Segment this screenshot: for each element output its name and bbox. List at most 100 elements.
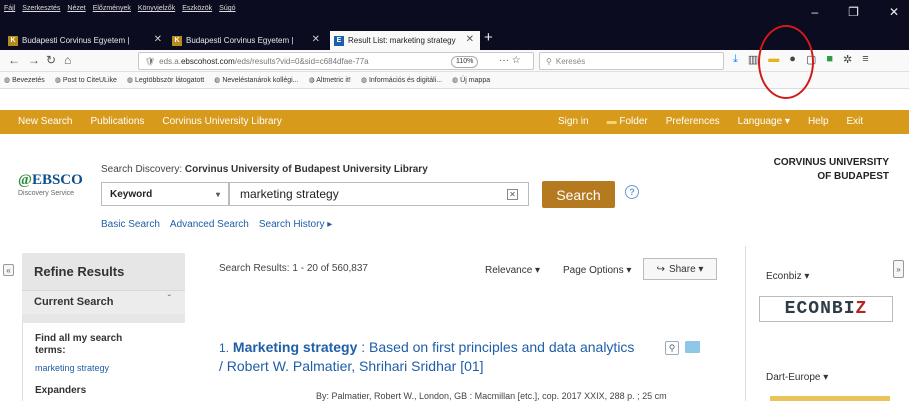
search-term-link[interactable]: marketing strategy <box>35 363 109 373</box>
ebsco-toolbar: New Search Publications Corvinus Univers… <box>0 110 909 134</box>
share-button[interactable]: ↪ Share ▾ <box>643 258 717 280</box>
home-icon[interactable]: ⌂ <box>64 53 71 67</box>
right-panel-divider <box>745 246 746 401</box>
current-search-header[interactable]: Current Search ˇ <box>22 290 185 314</box>
search-history-link[interactable]: Search History ▸ <box>259 219 332 230</box>
menu-tools[interactable]: Eszközök <box>182 5 212 12</box>
advanced-search-link[interactable]: Advanced Search <box>170 219 249 230</box>
tab-2[interactable]: K Budapesti Corvinus Egyetem | ✕ <box>168 31 326 50</box>
new-search-link[interactable]: New Search <box>18 116 72 127</box>
close-tab-icon[interactable]: ✕ <box>466 34 474 45</box>
logo-text: EBSCO <box>31 172 83 188</box>
library-link[interactable]: Corvinus University Library <box>162 116 281 127</box>
close-tab-icon[interactable]: ✕ <box>312 34 320 45</box>
forward-icon[interactable]: → <box>28 53 40 67</box>
extension-green-icon[interactable]: ■ <box>826 53 833 66</box>
close-tab-icon[interactable]: ✕ <box>154 34 162 45</box>
discovery-prefix: Search Discovery: <box>101 164 183 175</box>
econbiz-widget-menu[interactable]: Econbiz ▾ <box>766 271 809 282</box>
url-prefix: eds.a. <box>159 56 181 66</box>
library-icon[interactable]: ▥ <box>748 53 758 66</box>
bookmark-item[interactable]: Bevezetés <box>4 76 45 84</box>
search-button[interactable]: Search <box>542 181 615 208</box>
download-icon[interactable]: ⤓ <box>733 53 738 66</box>
folder-link[interactable]: ▬ Folder <box>607 116 648 127</box>
menu-file[interactable]: Fájl <box>4 5 15 12</box>
university-line-1: CORVINUS UNIVERSITY <box>773 157 889 168</box>
search-bar[interactable]: ⚲ Keresés <box>539 52 724 70</box>
result-byline: By: Palmatier, Robert W., London, GB : M… <box>316 391 667 401</box>
reload-icon[interactable]: ↻ <box>46 53 56 67</box>
minimize-icon[interactable]: – <box>811 5 818 19</box>
basic-search-link[interactable]: Basic Search <box>101 219 160 230</box>
tab-3-active[interactable]: E Result List: marketing strategy ✕ <box>330 31 480 50</box>
bookmark-item[interactable]: Új mappa <box>452 76 490 84</box>
menu-help[interactable]: Súgó <box>219 5 235 12</box>
new-tab-icon[interactable]: + <box>484 29 493 46</box>
search-input[interactable]: marketing strategy ✕ <box>229 182 529 206</box>
red-annotation-circle <box>758 25 814 99</box>
publications-link[interactable]: Publications <box>90 116 144 127</box>
sign-in-link[interactable]: Sign in <box>558 116 589 127</box>
dart-europe-widget-menu[interactable]: Dart-Europe ▾ <box>766 372 828 383</box>
bookmark-item[interactable]: Neveléstanárok kollégi... <box>214 76 298 84</box>
results-count: Search Results: 1 - 20 of 560,837 <box>219 263 368 274</box>
bookmark-item[interactable]: Post to CiteULike <box>55 76 117 84</box>
share-label: Share ▾ <box>668 263 704 275</box>
ebsco-favicon-icon: E <box>334 35 344 46</box>
page-options-menu[interactable]: Page Options ▾ <box>563 265 631 276</box>
clear-search-icon[interactable]: ✕ <box>507 189 518 200</box>
search-discovery-label: Search Discovery: Corvinus University of… <box>101 164 428 175</box>
bookmark-item[interactable]: Információs és digitáli... <box>361 76 442 84</box>
ebsco-logo[interactable]: @EBSCO Discovery Service <box>18 172 83 197</box>
language-menu[interactable]: Language ▾ <box>738 116 790 127</box>
hamburger-menu-icon[interactable]: ≡ <box>862 53 868 66</box>
exit-link[interactable]: Exit <box>847 116 864 127</box>
toolbar-right-links: Sign in ▬ Folder Preferences Language ▾ … <box>558 116 863 127</box>
folder-icon: ▬ <box>606 116 620 127</box>
search-links: Basic Search Advanced Search Search Hist… <box>101 219 332 230</box>
collapse-left-panel-icon[interactable]: « <box>3 264 14 276</box>
logo-mark-icon: @ <box>18 172 32 188</box>
bookmark-item[interactable]: Legtöbbször látogatott <box>127 76 204 84</box>
back-icon[interactable]: ← <box>8 53 20 67</box>
menu-bookmarks[interactable]: Könyvjelzők <box>138 5 175 12</box>
search-field-select[interactable]: Keyword ▾ <box>101 182 229 206</box>
help-link[interactable]: Help <box>808 116 829 127</box>
tab-title: Budapesti Corvinus Egyetem | <box>22 36 130 45</box>
preview-magnifier-icon[interactable]: ⚲ <box>665 341 679 355</box>
restore-icon[interactable]: ❐ <box>848 5 859 19</box>
university-logo: CORVINUS UNIVERSITY OF BUDAPEST <box>774 156 889 184</box>
extension-gear-icon[interactable]: ✲ <box>843 53 852 66</box>
share-icon: ↪ <box>656 263 665 275</box>
result-actions: ⚲ <box>665 341 700 355</box>
search-icon: ⚲ <box>546 56 552 66</box>
help-question-icon[interactable]: ? <box>625 185 639 199</box>
zoom-indicator[interactable]: 110% <box>451 56 479 68</box>
search-placeholder: Keresés <box>555 56 586 66</box>
logo-subtitle: Discovery Service <box>18 190 75 197</box>
menu-edit[interactable]: Szerkesztés <box>22 5 60 12</box>
logo-brand: @EBSCO <box>18 172 83 189</box>
relevance-sort-menu[interactable]: Relevance ▾ <box>485 265 540 276</box>
page-actions-icon[interactable]: ··· ☆ <box>499 55 521 66</box>
chevron-down-icon: ˇ <box>167 294 171 305</box>
bookmark-item[interactable]: Altmetric it! <box>309 76 351 84</box>
window-controls: – ❐ ✕ <box>811 0 899 24</box>
econbiz-logo[interactable]: ECON BI Z <box>759 296 893 322</box>
collapse-right-panel-icon[interactable]: » <box>893 260 904 278</box>
dart-europe-logo[interactable] <box>770 396 890 401</box>
preferences-link[interactable]: Preferences <box>666 116 720 127</box>
tab-1[interactable]: K Budapesti Corvinus Egyetem | ✕ <box>4 31 168 50</box>
result-title-link[interactable]: Marketing strategy <box>233 339 357 355</box>
close-window-icon[interactable]: ✕ <box>889 5 899 19</box>
refine-results-title: Refine Results <box>34 264 125 279</box>
menu-history[interactable]: Előzmények <box>93 5 131 12</box>
discovery-name: Corvinus University of Budapest Universi… <box>184 164 428 175</box>
add-to-folder-icon[interactable] <box>685 341 700 353</box>
url-bar[interactable]: 🛡 eds.a. ebscohost.com/eds/results?vid=0&… <box>138 52 534 70</box>
current-search-title: Current Search <box>34 296 114 308</box>
url-path: /eds/results?vid=0&sid=c684dfae-77a <box>234 56 369 66</box>
toolbar-left-links: New Search Publications Corvinus Univers… <box>18 116 282 127</box>
menu-view[interactable]: Nézet <box>67 5 85 12</box>
